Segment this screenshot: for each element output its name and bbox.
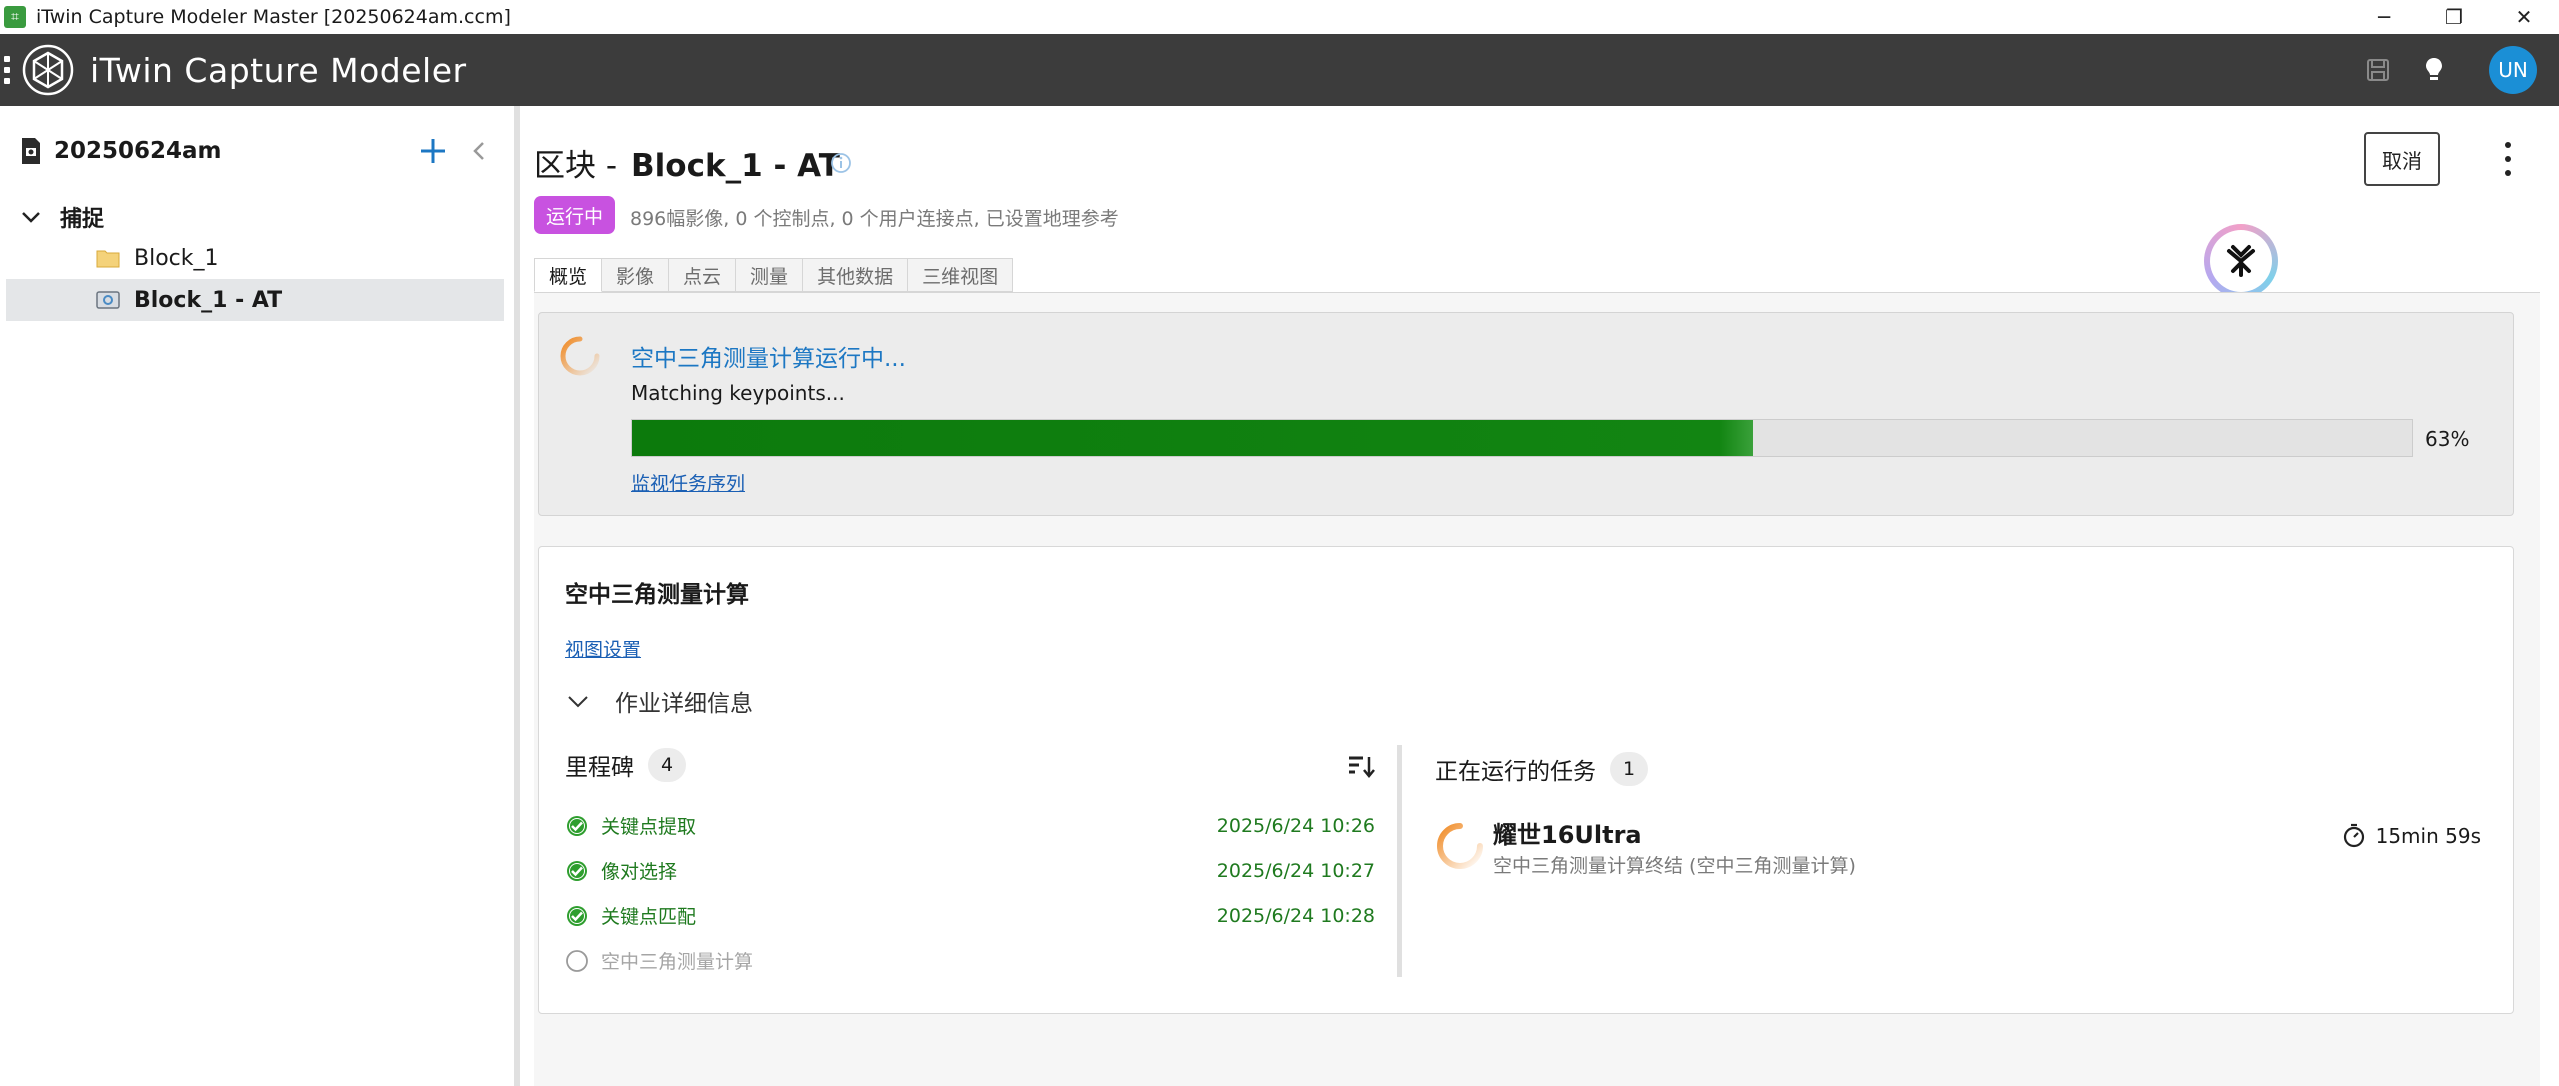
more-options-icon[interactable] [2494, 142, 2522, 176]
milestone-list: 关键点提取 2025/6/24 10:26 像对选择 2025/6/24 10:… [565, 803, 1375, 983]
app-header: iTwin Capture Modeler UN [0, 34, 2559, 106]
view-settings-link[interactable]: 视图设置 [565, 635, 641, 662]
tab-other-data[interactable]: 其他数据 [803, 258, 909, 292]
tab-survey[interactable]: 测量 [736, 258, 804, 292]
milestone-time: 2025/6/24 10:26 [1216, 814, 1375, 837]
menu-dots-icon[interactable] [4, 56, 18, 84]
window-titlebar: ⌗ iTwin Capture Modeler Master [20250624… [0, 0, 2559, 34]
plus-icon [421, 139, 445, 163]
progress-percent: 63% [2425, 427, 2470, 451]
tab-point-cloud[interactable]: 点云 [669, 258, 737, 292]
job-details-toggle[interactable]: 作业详细信息 [565, 683, 753, 719]
milestone-time: 2025/6/24 10:27 [1216, 859, 1375, 882]
stopwatch-icon [2343, 823, 2364, 848]
details-card: 空中三角测量计算 视图设置 作业详细信息 里程碑 4 关键点提取 2025/6/… [538, 546, 2514, 1014]
project-header: 20250624am [20, 126, 500, 176]
sidebar: 20250624am 捕捉 Block_1 Block_1 - AT [0, 106, 516, 1086]
tree-group-label: 捕捉 [60, 207, 105, 232]
progress-subtitle: Matching keypoints... [631, 381, 845, 405]
milestone-label: 空中三角测量计算 [601, 951, 754, 973]
spinner-icon [1437, 823, 1483, 869]
cancel-button[interactable]: 取消 [2364, 132, 2440, 186]
save-icon[interactable] [2357, 49, 2399, 91]
running-tasks-label: 正在运行的任务 [1435, 759, 1596, 785]
window-title: iTwin Capture Modeler Master [20250624am… [36, 6, 511, 28]
collapse-sidebar-button[interactable] [462, 132, 496, 170]
running-tasks-section: 正在运行的任务 1 耀世16Ultra 空中三角测量计算终结 (空中三角测量计算… [1435, 745, 2495, 985]
status-badge: 运行中 [534, 196, 616, 234]
tree-group-capture[interactable]: 捕捉 [0, 196, 504, 238]
empty-circle-icon [566, 949, 588, 972]
running-task-item: 耀世16Ultra 空中三角测量计算终结 (空中三角测量计算) 15min 59… [1435, 809, 2491, 879]
milestone-item: 关键点提取 2025/6/24 10:26 [565, 803, 1375, 848]
milestones-section: 里程碑 4 关键点提取 2025/6/24 10:26 像对选择 2025/6/… [565, 745, 1375, 985]
milestone-item: 像对选择 2025/6/24 10:27 [565, 848, 1375, 893]
tab-overview[interactable]: 概览 [534, 258, 603, 292]
milestone-time: 2025/6/24 10:28 [1216, 904, 1375, 927]
close-button[interactable]: ✕ [2489, 0, 2559, 34]
assistant-badge[interactable] [2204, 224, 2278, 298]
milestone-label: 像对选择 [601, 861, 678, 883]
main-panel: 区块 - Block_1 - AT 运行中 896幅影像, 0 个控制点, 0 … [520, 106, 2559, 1086]
project-file-icon [22, 138, 40, 164]
restore-button[interactable]: ❐ [2419, 0, 2489, 34]
task-duration-value: 15min 59s [2375, 824, 2481, 848]
running-tasks-count: 1 [1610, 752, 1648, 786]
window-app-icon: ⌗ [4, 6, 26, 28]
window-controls: ─ ❐ ✕ [2349, 0, 2559, 34]
task-duration: 15min 59s [2342, 823, 2481, 849]
project-name: 20250624am [54, 138, 222, 164]
check-circle-icon [567, 815, 587, 836]
header-actions: UN [2357, 34, 2559, 106]
details-title: 空中三角测量计算 [565, 582, 749, 608]
lightbulb-icon[interactable] [2413, 49, 2455, 91]
spinner-icon [560, 336, 600, 376]
app-logo-icon [22, 44, 74, 96]
page-title-prefix: 区块 - [534, 148, 618, 184]
tab-images[interactable]: 影像 [602, 258, 670, 292]
user-avatar[interactable]: UN [2489, 46, 2537, 94]
progress-bar-fill [632, 420, 1754, 456]
chevron-down-icon [22, 212, 40, 223]
check-circle-icon [567, 905, 587, 926]
assistant-logo-icon [2227, 245, 2255, 277]
progress-card: 空中三角测量计算运行中... Matching keypoints... 63%… [538, 312, 2514, 516]
milestone-item: 关键点匹配 2025/6/24 10:28 [565, 893, 1375, 938]
progress-title: 空中三角测量计算运行中... [631, 346, 906, 372]
page-title: 区块 - Block_1 - AT [534, 140, 840, 185]
column-divider [1397, 745, 1402, 977]
minimize-button[interactable]: ─ [2349, 0, 2419, 34]
chevron-left-icon [473, 142, 484, 160]
sort-filter-icon[interactable] [1347, 753, 1375, 779]
milestones-label: 里程碑 [565, 755, 634, 781]
milestones-header: 里程碑 4 [565, 745, 1375, 785]
milestone-label: 关键点匹配 [601, 906, 697, 928]
task-engine-name: 耀世16Ultra [1493, 821, 1642, 849]
chevron-down-icon [568, 696, 588, 708]
info-icon[interactable] [830, 152, 852, 174]
milestone-label: 关键点提取 [601, 816, 697, 838]
milestones-count: 4 [648, 748, 686, 782]
check-circle-icon [567, 860, 587, 881]
tree-item-block-1-at[interactable]: Block_1 - AT [6, 279, 504, 321]
folder-icon [96, 250, 120, 268]
monitor-job-queue-link[interactable]: 监视任务序列 [631, 469, 745, 496]
app-title: iTwin Capture Modeler [90, 50, 467, 90]
photo-block-icon [96, 291, 120, 309]
milestone-item: 空中三角测量计算 [565, 938, 1375, 983]
tab-bar: 概览 影像 点云 测量 其他数据 三维视图 [534, 258, 1014, 292]
tree-item-label: Block_1 [134, 245, 219, 271]
progress-bar [631, 419, 2413, 457]
tab-3d-view[interactable]: 三维视图 [908, 258, 1014, 292]
add-button[interactable] [414, 132, 452, 170]
job-details-label: 作业详细信息 [615, 691, 753, 717]
page-title-name: Block_1 - AT [631, 148, 840, 184]
block-summary: 896幅影像, 0 个控制点, 0 个用户连接点, 已设置地理参考 [630, 208, 1119, 230]
tree-item-block-1[interactable]: Block_1 [0, 237, 504, 279]
task-description: 空中三角测量计算终结 (空中三角测量计算) [1493, 855, 1856, 877]
tree-item-label: Block_1 - AT [134, 287, 283, 313]
running-tasks-header: 正在运行的任务 1 [1435, 749, 2495, 789]
